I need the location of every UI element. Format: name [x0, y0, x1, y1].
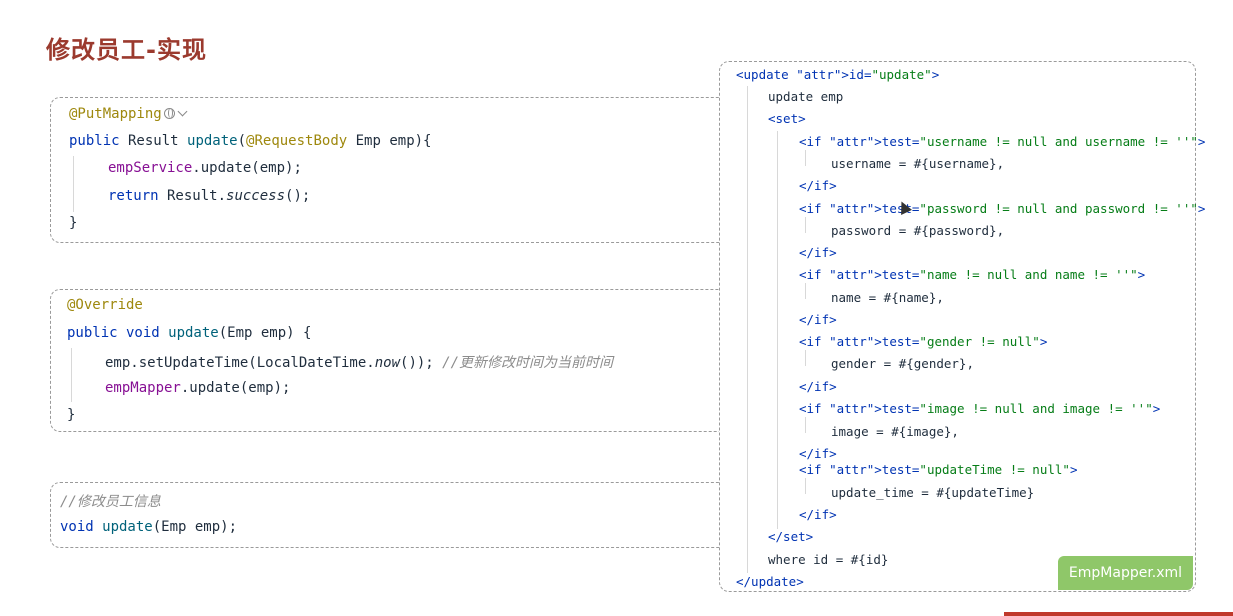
params: Emp emp){ [347, 133, 432, 149]
code-line: empMapper.update(emp); [105, 380, 290, 396]
mapper-interface-code-block: //修改员工信息 void update(Emp emp); [50, 482, 734, 548]
code: .update(emp); [180, 380, 291, 396]
method-name: update [93, 519, 153, 535]
xml-if-updatetime: <if "attr">test="updateTime != null"> [799, 462, 1078, 477]
type: Result [119, 133, 188, 149]
indent-guide [777, 131, 778, 529]
code-line: } [67, 407, 75, 423]
indent-guide [805, 217, 806, 233]
field: empMapper [105, 380, 181, 396]
code-line: void update(Emp emp); [60, 519, 237, 535]
method-name: update [159, 325, 219, 341]
params: (Emp emp); [152, 519, 238, 535]
code-line: @PutMapping [69, 106, 188, 122]
code-line: @Override [67, 297, 143, 313]
xml-if-image: <if "attr">test="image != null and image… [799, 401, 1161, 416]
indent-guide [805, 283, 806, 299]
code: Result. [158, 188, 227, 204]
code: emp.setUpdateTime(LocalDateTime. [105, 355, 375, 371]
keyword: public [69, 133, 120, 149]
xml-if-close: </if> [799, 446, 837, 461]
xml-set-image: image = #{image}, [831, 424, 959, 439]
xml-set-name: name = #{name}, [831, 290, 944, 305]
xml-set-username: username = #{username}, [831, 156, 1005, 171]
code: ()); [400, 355, 443, 371]
progress-bar-accent [1004, 612, 1233, 616]
xml-update-table: update emp [768, 89, 844, 104]
code-line: } [69, 215, 77, 231]
xml-if-close: </if> [799, 312, 837, 327]
xml-set-gender: gender = #{gender}, [831, 356, 974, 371]
xml-if-name: <if "attr">test="name != null and name !… [799, 267, 1146, 282]
file-name-badge: EmpMapper.xml [1058, 556, 1193, 590]
xml-set-close: </set> [768, 529, 814, 544]
code-line: return Result.success(); [108, 188, 310, 204]
xml-set-password: password = #{password}, [831, 223, 1005, 238]
code-line: public Result update(@RequestBody Emp em… [69, 133, 432, 149]
code-line: empService.update(emp); [108, 160, 302, 176]
xml-if-gender: <if "attr">test="gender != null"> [799, 334, 1048, 349]
mapper-xml-code-block: <update "attr">id="update"> update emp <… [719, 61, 1205, 592]
method-call: now [374, 355, 401, 371]
params: (Emp emp) { [218, 325, 312, 341]
field: empService [108, 160, 193, 176]
method-name: update [187, 133, 238, 149]
indent-guide [805, 150, 806, 166]
globe-icon[interactable] [163, 108, 175, 119]
xml-update-open: <update "attr">id="update"> [736, 67, 940, 82]
keyword: void [60, 519, 94, 535]
xml-if-username: <if "attr">test="username != null and us… [799, 134, 1206, 149]
annotation: @Override [67, 297, 143, 313]
xml-if-close: </if> [799, 178, 837, 193]
brace: } [67, 407, 76, 423]
code-line: //修改员工信息 [60, 491, 161, 511]
code: .update(emp); [192, 160, 302, 176]
code: (); [285, 188, 311, 204]
xml-if-password: <if "attr">test="password != null and pa… [799, 201, 1206, 216]
indent-guide [805, 478, 806, 494]
page-title: 修改员工-实现 [46, 36, 207, 64]
comment: //更新修改时间为当前时间 [442, 355, 614, 371]
indent-guide [747, 86, 748, 573]
keyword: public void [67, 325, 160, 341]
indent-guide [73, 156, 74, 212]
xml-if-close: </if> [799, 379, 837, 394]
annotation: @PutMapping [69, 106, 162, 122]
annotation: @RequestBody [246, 133, 348, 149]
xml-where: where id = #{id} [768, 552, 889, 567]
code-line: emp.setUpdateTime(LocalDateTime.now()); … [105, 352, 613, 372]
comment: //修改员工信息 [60, 494, 161, 510]
xml-update-close: </update> [736, 574, 804, 589]
brace: } [69, 215, 78, 231]
code-line: public void update(Emp emp) { [67, 325, 311, 341]
chevron-down-icon[interactable] [177, 106, 188, 117]
xml-if-close: </if> [799, 507, 837, 522]
controller-code-block: @PutMapping public Result update(@Reques… [50, 97, 734, 243]
keyword: return [108, 188, 159, 204]
method-call: success [226, 188, 286, 204]
xml-set-updatetime: update_time = #{updateTime} [831, 485, 1035, 500]
indent-guide [805, 350, 806, 366]
indent-guide [71, 348, 72, 402]
xml-set-open: <set> [768, 111, 806, 126]
indent-guide [805, 417, 806, 433]
xml-if-close: </if> [799, 245, 837, 260]
service-impl-code-block: @Override public void update(Emp emp) { … [50, 289, 734, 432]
